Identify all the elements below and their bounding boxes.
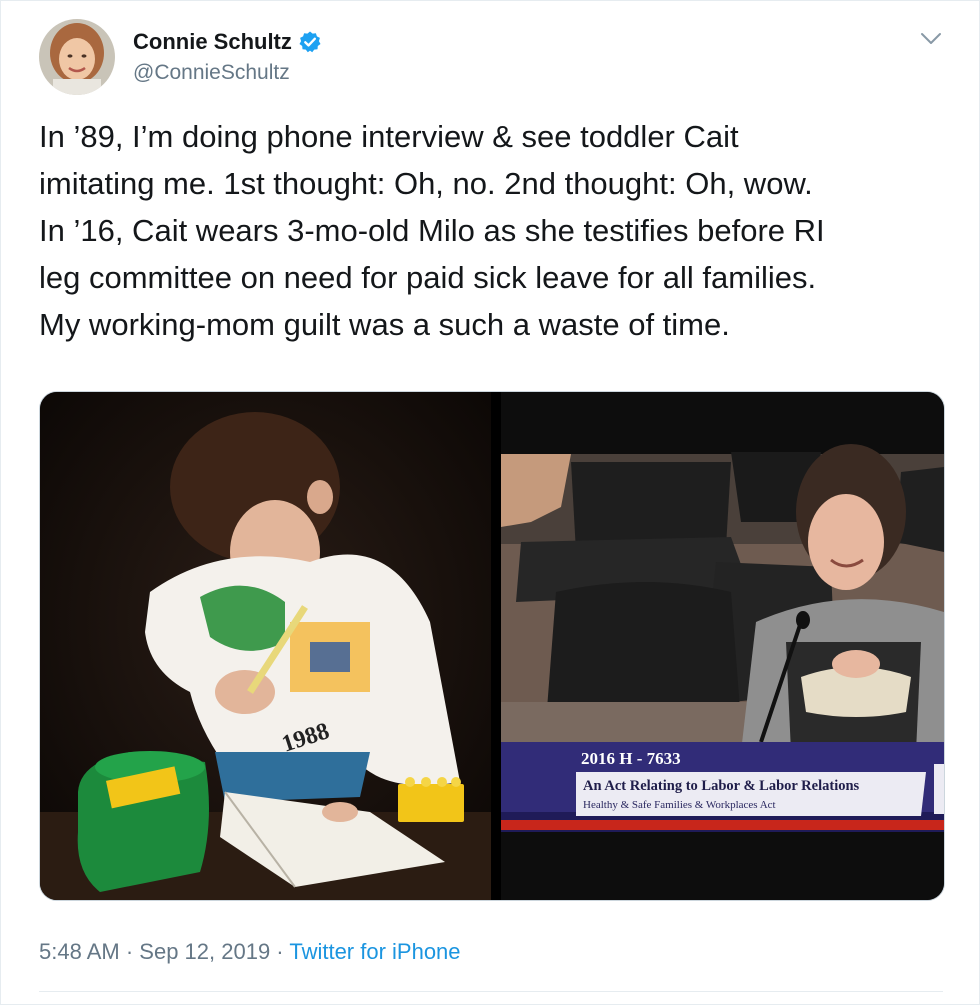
tweet-text-line: leg committee on need for paid sick leav… <box>39 260 817 295</box>
caption-act-subtitle: Healthy & Safe Families & Workplaces Act <box>583 799 776 811</box>
tweet-text-line: imitating me. 1st thought: Oh, no. 2nd t… <box>39 166 813 201</box>
tweet-text: In ’89, I’m doing phone interview & see … <box>39 113 949 348</box>
chevron-down-icon[interactable] <box>919 29 943 49</box>
tweet-card: Connie Schultz @ConnieSchultz In ’89, I’… <box>0 0 980 1005</box>
avatar-image <box>39 19 115 95</box>
tweet-meta: 5:48 AM · Sep 12, 2019 · Twitter for iPh… <box>39 939 461 965</box>
toddler-photo[interactable]: 1988 <box>40 392 491 900</box>
divider <box>39 991 943 992</box>
tweet-text-line: My working-mom guilt was a such a waste … <box>39 307 730 342</box>
shirt-print <box>290 622 370 692</box>
caption-act-title: An Act Relating to Labor & Labor Relatio… <box>583 778 860 794</box>
meta-separator: · <box>119 939 140 964</box>
hearing-caption: 2016 H - 7633 An Act Relating to Labor &… <box>501 742 944 832</box>
media-grid: 1988 2016 H - 7633 An Act Relating to La… <box>39 391 945 901</box>
avatar[interactable] <box>39 19 115 95</box>
author-name-row[interactable]: Connie Schultz <box>133 29 322 55</box>
tweet-text-line: In ’16, Cait wears 3-mo-old Milo as she … <box>39 213 825 248</box>
verified-badge-icon <box>299 31 321 53</box>
tweet-text-line: In ’89, I’m doing phone interview & see … <box>39 119 739 154</box>
hearing-photo[interactable]: 2016 H - 7633 An Act Relating to Labor &… <box>501 392 944 900</box>
author-handle[interactable]: @ConnieSchultz <box>133 61 290 85</box>
caption-bill-number: 2016 H - 7633 <box>581 749 681 768</box>
author-name[interactable]: Connie Schultz <box>133 29 292 55</box>
tweet-date[interactable]: Sep 12, 2019 <box>139 939 270 964</box>
tweet-time[interactable]: 5:48 AM <box>39 939 120 964</box>
tweet-source-link[interactable]: Twitter for iPhone <box>289 939 460 964</box>
meta-separator: · <box>270 939 290 964</box>
